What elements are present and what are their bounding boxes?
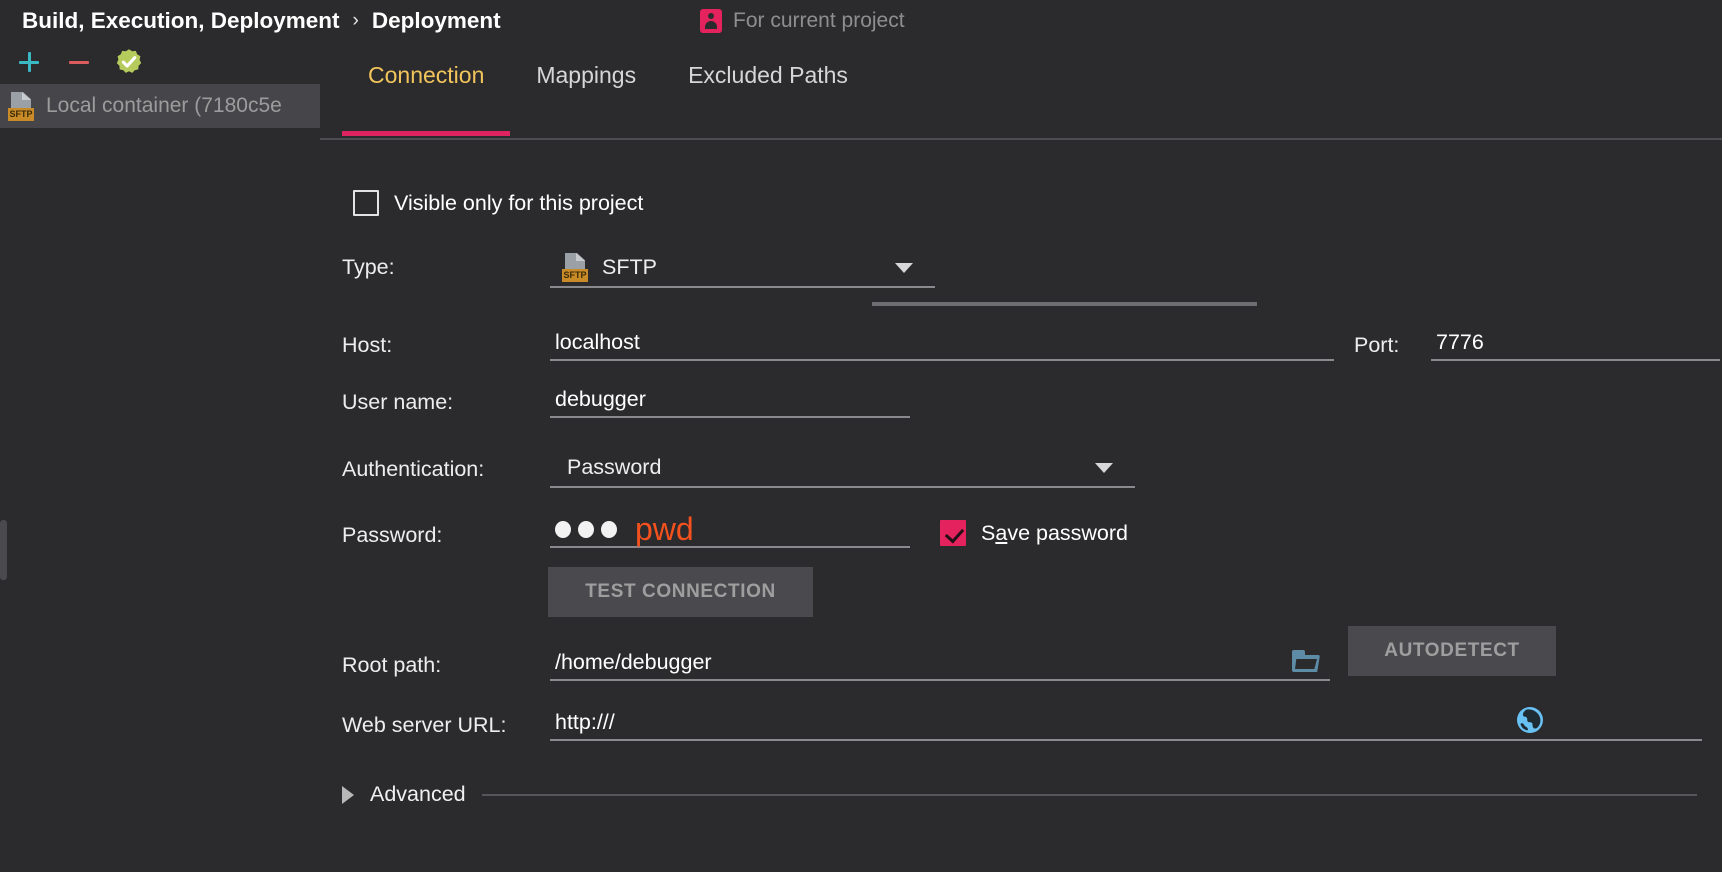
tab-mappings-label: Mappings [536,62,637,88]
autodetect-button[interactable]: AUTODETECT [1348,626,1556,676]
type-value: SFTP [602,254,657,279]
sftp-file-icon: SFTP [8,91,36,121]
username-value: debugger [555,386,646,411]
web-server-url-label: Web server URL: [342,713,507,737]
list-item[interactable]: SFTP Local container (7180c5e [0,84,320,128]
advanced-divider [481,793,1697,796]
username-label: User name: [342,390,454,414]
list-item-label: Local container (7180c5e [46,94,282,117]
scope-indicator: For current project [700,4,905,38]
authentication-label-row: Authentication: [342,457,484,482]
root-path-label: Root path: [342,653,442,677]
advanced-section-header[interactable]: Advanced [342,782,1697,807]
settings-tabs: Connection Mappings Excluded Paths [320,40,1722,140]
port-label-row: Port: [1354,333,1399,358]
root-path-input[interactable]: /home/debugger [550,645,1330,681]
save-password-label-mnemonic: a [995,520,1008,545]
tab-excluded-paths[interactable]: Excluded Paths [662,58,874,136]
save-password-label: Save password [981,521,1128,546]
verify-button[interactable] [112,45,146,79]
tabs-divider [320,138,1722,140]
password-annotation: pwd [635,511,694,547]
web-server-url-value: http:/// [555,709,615,734]
visible-only-row: Visible only for this project [353,190,643,216]
chevron-down-icon [895,263,913,273]
port-value: 7776 [1436,329,1484,354]
root-path-label-row: Root path: [342,653,441,678]
save-password-label-before: S [981,520,996,545]
tab-connection[interactable]: Connection [342,58,511,136]
sftp-icon-tag: SFTP [8,108,34,121]
verified-check-icon [115,48,143,76]
port-label: Port: [1354,333,1400,357]
test-connection-button[interactable]: TEST CONNECTION [548,567,813,617]
password-input[interactable]: pwd [550,512,910,548]
tab-connection-label: Connection [368,62,485,88]
port-input[interactable]: 7776 [1431,325,1720,361]
chevron-right-triangle-icon [342,785,354,804]
connections-list: SFTP Local container (7180c5e [0,84,320,128]
visible-only-checkbox[interactable] [353,190,379,216]
password-masked-value [555,520,617,538]
host-label-row: Host: [342,333,392,358]
root-path-value: /home/debugger [555,649,712,674]
connections-panel: SFTP Local container (7180c5e [0,40,320,872]
web-server-url-label-row: Web server URL: [342,713,506,738]
visible-only-label: Visible only for this project [394,190,644,215]
username-input[interactable]: debugger [550,382,910,418]
sftp-file-icon: SFTP [562,252,590,282]
type-label: Type: [342,255,395,279]
sftp-icon-tag: SFTP [562,269,588,282]
host-value: localhost [555,329,640,354]
save-password-checkbox[interactable] [940,520,966,546]
password-label: Password: [342,523,443,547]
breadcrumb-item-current[interactable]: Deployment [372,8,501,34]
chevron-down-icon [1095,463,1113,473]
breadcrumb-item-root[interactable]: Build, Execution, Deployment [22,8,340,34]
password-label-row: Password: [342,523,442,548]
authentication-value: Password [567,454,662,479]
deployment-settings-page: Build, Execution, Deployment › Deploymen… [0,0,1722,872]
scope-label: For current project [733,9,905,32]
host-label: Host: [342,333,393,357]
tab-excluded-paths-label: Excluded Paths [688,62,848,88]
remove-button[interactable] [62,45,96,79]
authentication-combobox[interactable]: Password [550,448,1135,488]
connections-toolbar [0,40,320,84]
person-icon [700,9,722,33]
save-password-label-after: ve password [1007,520,1129,545]
breadcrumb-separator: › [352,10,359,31]
tab-mappings[interactable]: Mappings [510,58,662,136]
host-input[interactable]: localhost [550,325,1334,361]
add-button[interactable] [12,45,46,79]
type-combobox[interactable]: SFTP SFTP [550,248,935,288]
type-label-row: Type: [342,255,395,280]
panel-scrollbar[interactable] [0,520,7,580]
advanced-label: Advanced [370,782,466,806]
username-label-row: User name: [342,390,453,415]
type-field-scroll-hint [872,302,1257,306]
breadcrumb: Build, Execution, Deployment › Deploymen… [22,4,501,38]
save-password-row: Save password [940,520,1128,546]
authentication-label: Authentication: [342,457,485,481]
connection-settings-pane: Connection Mappings Excluded Paths Visib… [320,40,1722,872]
